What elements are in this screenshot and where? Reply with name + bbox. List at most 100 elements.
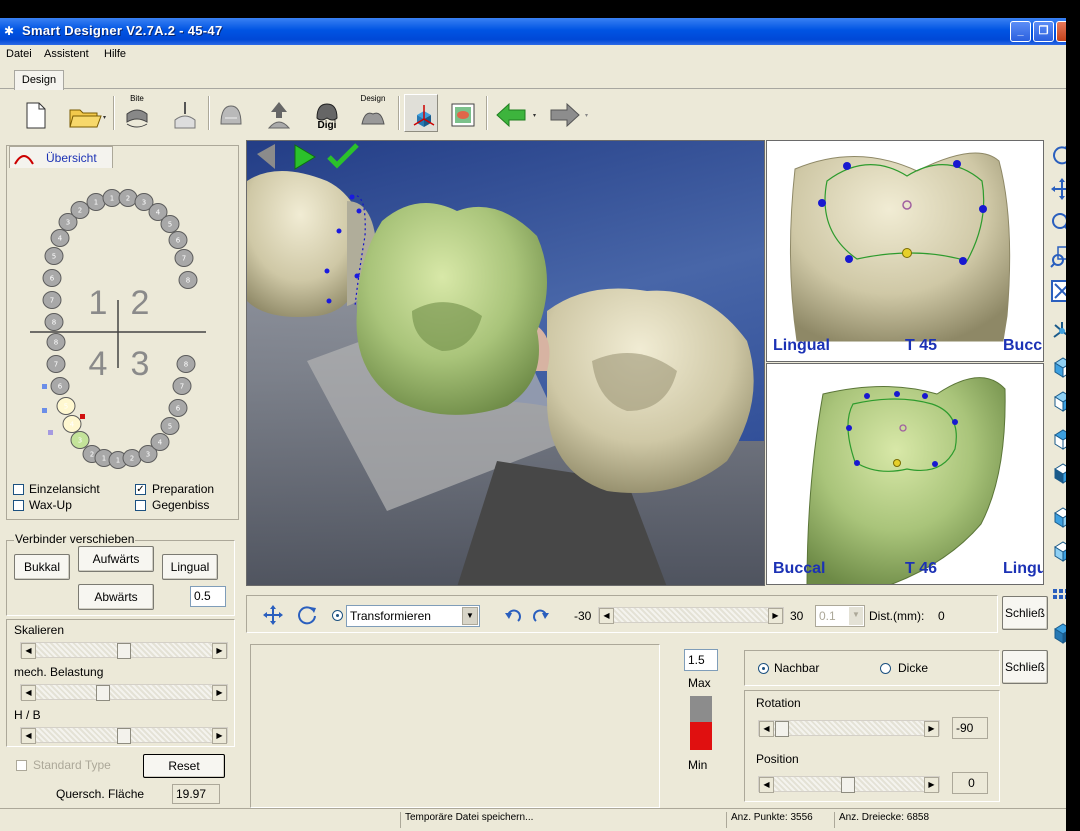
close-button[interactable] [1056, 21, 1066, 42]
tooth-lower-2[interactable]: 6 [50, 377, 70, 395]
einzelansicht-checkbox[interactable] [13, 484, 24, 495]
zoom-window-button[interactable] [1050, 245, 1066, 269]
tooth-upper-15[interactable]: 8 [178, 271, 198, 289]
move-icon[interactable] [262, 604, 284, 626]
menu-datei[interactable]: Datei [6, 48, 32, 60]
tooth-lower-5[interactable]: 3 [70, 431, 90, 449]
reset-button[interactable]: Reset [143, 754, 225, 778]
texture-view-button[interactable] [446, 94, 480, 132]
tooth-lower-14[interactable]: 7 [172, 377, 192, 395]
rotate-view-button[interactable] [1050, 143, 1066, 167]
aufwaerts-button[interactable]: Aufwärts [78, 546, 154, 572]
axis-view-button[interactable] [404, 94, 438, 132]
lingual-view-t45[interactable]: Lingual T 45 Bucc [766, 140, 1044, 362]
slider-right-arrow[interactable]: ▶ [212, 685, 227, 701]
rotation-value[interactable]: -90 [952, 717, 988, 739]
tooth-upper-12[interactable]: 5 [160, 215, 180, 233]
zoom-button[interactable] [1050, 211, 1066, 235]
pan-view-button[interactable] [1050, 177, 1066, 201]
new-button[interactable] [18, 94, 52, 132]
standard-type-checkbox[interactable] [16, 760, 27, 771]
hb-slider-thumb[interactable] [117, 728, 131, 744]
bite-button[interactable]: Bite [120, 94, 154, 132]
tooth-upper-7[interactable]: 1 [86, 193, 106, 211]
tooth-lower-3[interactable]: 5 [56, 397, 76, 415]
tooth-upper-6[interactable]: 2 [70, 201, 90, 219]
view-bottom-button[interactable] [1050, 461, 1066, 485]
view-back-button[interactable] [1050, 389, 1066, 413]
axis-button[interactable] [1050, 319, 1066, 343]
dicke-radio[interactable] [880, 663, 891, 674]
tooth-lower-13[interactable]: 6 [168, 399, 188, 417]
slider-left-arrow[interactable]: ◀ [759, 777, 774, 793]
main-3d-viewport[interactable] [246, 140, 765, 586]
tooth-lower-11[interactable]: 4 [150, 433, 170, 451]
tooth-lower-4[interactable]: 4 [62, 415, 82, 433]
tab-overview[interactable]: Übersicht [9, 146, 113, 168]
tooth-upper-0[interactable]: 8 [44, 313, 64, 331]
nachbar-radio[interactable] [758, 663, 769, 674]
connector-step-input[interactable]: 0.5 [190, 586, 226, 607]
tooth-upper-1[interactable]: 7 [42, 291, 62, 309]
preparation-checkbox[interactable]: ✓ [135, 484, 146, 495]
rotation-slider-thumb[interactable] [775, 721, 789, 737]
maximize-button[interactable]: ❐ [1033, 21, 1054, 42]
view-top-button[interactable] [1050, 427, 1066, 451]
menu-hilfe[interactable]: Hilfe [104, 48, 126, 60]
open-button[interactable] [64, 94, 110, 132]
skalieren-slider-thumb[interactable] [117, 643, 131, 659]
slider-left-arrow[interactable]: ◀ [21, 643, 36, 659]
back-button[interactable] [492, 94, 540, 132]
transform-mode-select[interactable]: Transformieren ▼ [346, 605, 480, 627]
chevron-down-icon[interactable]: ▼ [849, 607, 863, 625]
view-left-button[interactable] [1050, 505, 1066, 529]
view-front-button[interactable] [1050, 355, 1066, 379]
rotation-slider[interactable]: ◀ ▶ [758, 720, 940, 737]
belastung-slider[interactable]: ◀ ▶ [20, 684, 228, 701]
max-thickness-input[interactable]: 1.5 [684, 649, 718, 671]
transform-radio[interactable] [332, 610, 343, 621]
slider-right-arrow[interactable]: ▶ [924, 777, 939, 793]
minimize-button[interactable]: _ [1010, 21, 1031, 42]
tooth-upper-9[interactable]: 2 [118, 189, 138, 207]
lower-close-button[interactable]: Schließ [1002, 650, 1048, 684]
tooth-lower-9[interactable]: 2 [122, 449, 142, 467]
menu-assistent[interactable]: Assistent [44, 48, 89, 60]
position-slider-thumb[interactable] [841, 777, 855, 793]
transform-range-slider[interactable]: ◀ ▶ [598, 607, 784, 624]
solid-view-button[interactable] [1050, 621, 1066, 645]
tooth-upper-13[interactable]: 6 [168, 231, 188, 249]
preparation-margin-button[interactable] [168, 94, 202, 132]
slider-right-arrow[interactable]: ▶ [212, 643, 227, 659]
tooth-upper-2[interactable]: 6 [42, 269, 62, 287]
slider-left-arrow[interactable]: ◀ [599, 608, 614, 624]
position-value[interactable]: 0 [952, 772, 988, 794]
slider-right-arrow[interactable]: ▶ [212, 728, 227, 744]
rotate-icon[interactable] [296, 604, 318, 626]
lingual-button[interactable]: Lingual [162, 554, 218, 580]
redo-icon[interactable] [532, 608, 550, 626]
slider-left-arrow[interactable]: ◀ [21, 728, 36, 744]
forward-button[interactable] [544, 94, 592, 132]
digi-button[interactable]: Digi [310, 94, 344, 132]
chevron-down-icon[interactable]: ▼ [462, 607, 478, 625]
tooth-lower-15[interactable]: 8 [176, 355, 196, 373]
crown-button[interactable] [214, 94, 248, 132]
tooth-upper-14[interactable]: 7 [174, 249, 194, 267]
slider-right-arrow[interactable]: ▶ [768, 608, 783, 624]
buccal-view-t46[interactable]: Buccal T 46 Lingu [766, 363, 1044, 585]
tooth-lower-1[interactable]: 7 [46, 355, 66, 373]
step-select[interactable]: 0.1 ▼ [815, 605, 865, 627]
position-slider[interactable]: ◀ ▶ [758, 776, 940, 793]
fit-view-button[interactable] [1050, 279, 1066, 303]
insertion-axis-button[interactable] [262, 94, 296, 132]
belastung-slider-thumb[interactable] [95, 685, 110, 701]
abwaerts-button[interactable]: Abwärts [78, 584, 154, 610]
title-bar[interactable]: ✱ Smart Designer V2.7A.2 - 45-47 _ ❐ [0, 18, 1066, 45]
tooth-upper-4[interactable]: 4 [50, 229, 70, 247]
gegenbiss-checkbox[interactable] [135, 500, 146, 511]
slider-left-arrow[interactable]: ◀ [21, 685, 36, 701]
tooth-upper-8[interactable]: 1 [102, 189, 122, 207]
slider-left-arrow[interactable]: ◀ [759, 721, 774, 737]
tooth-upper-3[interactable]: 5 [44, 247, 64, 265]
